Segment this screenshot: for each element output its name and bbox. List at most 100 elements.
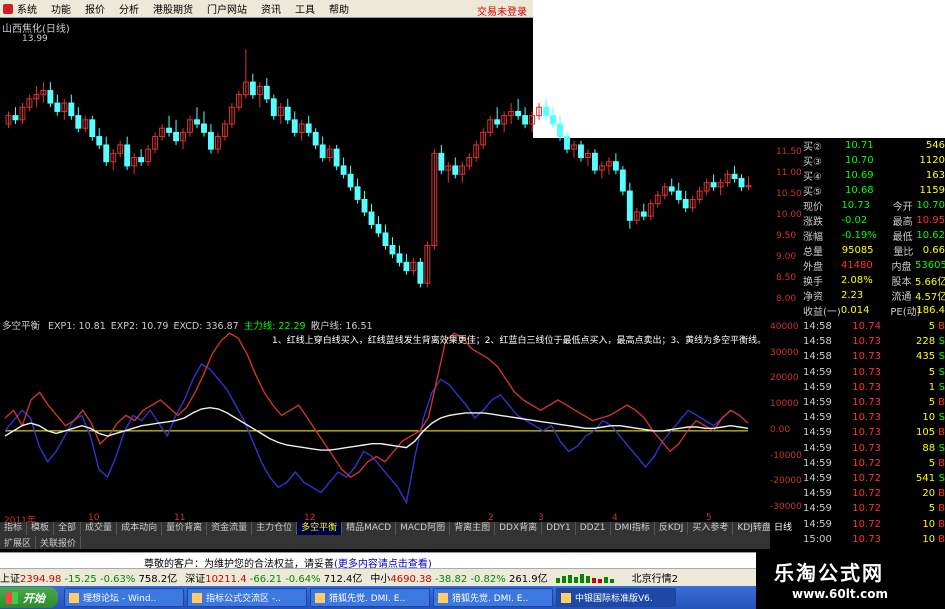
indicator-chart[interactable] xyxy=(0,318,770,522)
candle xyxy=(180,128,186,150)
tick-time: 14:58 xyxy=(803,351,832,363)
indicator-tab[interactable]: MACD阿图 xyxy=(396,522,451,535)
tick-side: B xyxy=(938,321,945,333)
candle xyxy=(738,174,745,192)
index-status-bar: 上证2394.98 -15.25 -0.63% 758.2亿 深证10211.4… xyxy=(0,568,756,586)
indicator-header: 多空平衡 EXP1: 10.81 EXP2: 10.79 EXCD: 336.87 主… xyxy=(2,318,383,332)
candle xyxy=(557,115,563,141)
candle xyxy=(452,157,459,179)
indicator-tab[interactable]: 主力仓位 xyxy=(252,522,298,535)
server-label[interactable]: 北京行情2 xyxy=(632,570,678,585)
secondary-tab[interactable]: 关联报价 xyxy=(36,535,82,549)
status-sz[interactable]: 深证10211.4 -66.21 -0.64% 712.4亿 xyxy=(185,570,362,585)
candle xyxy=(173,119,179,145)
indicator-tab[interactable]: 多空平衡 xyxy=(297,522,343,535)
menu-item-help[interactable]: 帮助 xyxy=(329,1,349,16)
quote-bid-row: 买⑤ 10.68 1159 xyxy=(803,183,945,198)
tick-time: 14:59 xyxy=(803,457,832,469)
stat-label: 内盘 xyxy=(891,262,912,273)
menu-item-function[interactable]: 功能 xyxy=(51,1,71,16)
indicator-tab[interactable]: 资金流量 xyxy=(207,522,253,535)
stat-label: 最低 xyxy=(892,232,913,243)
indicator-params: EXP1: 10.81 EXP2: 10.79 EXCD: 336.87 主力线: 2… xyxy=(48,321,377,332)
candlestick-chart[interactable] xyxy=(0,18,770,318)
candle xyxy=(424,241,431,288)
indicator-param: EXP2: 10.79 xyxy=(110,321,169,332)
taskbar-item-boc[interactable]: 中银国际标准版V6. xyxy=(556,588,676,607)
tick-price: 10.73 xyxy=(852,366,881,378)
taskbar-item-formula[interactable]: 指标公式交流区 -.. xyxy=(187,588,307,607)
indicator-tab[interactable]: DDZ1 xyxy=(576,522,611,535)
indicator-param: EXP1: 10.81 xyxy=(48,321,106,332)
start-button[interactable]: 开始 xyxy=(0,587,58,608)
tick-time: 14:58 xyxy=(803,336,832,348)
candle xyxy=(633,207,640,225)
indicator-tab[interactable]: 背离主图 xyxy=(450,522,496,535)
candle xyxy=(61,98,68,120)
taskbar-item-dmi-1[interactable]: 猎狐先觉. DMI. E.. xyxy=(310,588,430,607)
menu-item-portal[interactable]: 门户网站 xyxy=(207,1,247,16)
tick-side: S xyxy=(938,381,945,393)
trade-login-status[interactable]: 交易未登录 xyxy=(477,3,527,18)
indicator-tab[interactable]: 买入参考 xyxy=(688,522,734,535)
tick-side: S xyxy=(938,351,945,363)
indicator-tab[interactable]: 成本动向 xyxy=(117,522,163,535)
tick-side: B xyxy=(938,427,945,439)
price-tick: 10.00 xyxy=(776,210,802,221)
indicator-tab[interactable]: 成交量 xyxy=(81,522,118,535)
quote-stat-row: 涨幅 -0.19% 最低 10.62 xyxy=(803,228,945,243)
indicator-tab[interactable]: 模板 xyxy=(27,522,55,535)
stat-label: 换手 xyxy=(803,277,823,288)
indicator-tab[interactable]: 指标 xyxy=(0,522,28,535)
secondary-tabs: 扩展区 关联报价 xyxy=(0,535,770,549)
stat-value: 53605 xyxy=(915,260,945,271)
stat-value: 10.62 xyxy=(916,230,945,241)
tick-side: B xyxy=(938,457,945,469)
tick-time: 14:59 xyxy=(803,518,832,530)
status-sh[interactable]: 上证2394.98 -15.25 -0.63% 758.2亿 xyxy=(0,570,177,585)
stat-value: 0.014 xyxy=(840,305,870,316)
watermark-title: 乐淘公式网 xyxy=(774,561,884,585)
candle xyxy=(347,165,354,192)
menu-item-system[interactable]: 系统 xyxy=(17,1,37,16)
quote-stat-row: 净资 2.23 流通 4.57亿 xyxy=(803,288,945,303)
bid-volume: 1159 xyxy=(919,185,945,196)
candle xyxy=(19,103,26,124)
price-tick: 8.00 xyxy=(776,294,797,304)
menu-item-quote[interactable]: 报价 xyxy=(85,1,105,16)
indicator-tab[interactable]: 量价背离 xyxy=(162,522,208,535)
menu-item-tools[interactable]: 工具 xyxy=(295,1,315,16)
candle xyxy=(235,90,242,112)
taskbar-item-forum[interactable]: 理想论坛 - Wind.. xyxy=(64,588,184,607)
indicator-tab[interactable]: DDY1 xyxy=(542,522,576,535)
menu-item-news[interactable]: 资讯 xyxy=(261,1,281,16)
indicator-tab[interactable]: 全部 xyxy=(54,522,82,535)
tick-side: B xyxy=(938,488,945,500)
menu-item-analysis[interactable]: 分析 xyxy=(119,1,139,16)
secondary-tab[interactable]: 扩展区 xyxy=(0,535,37,549)
menu-item-hk-futures[interactable]: 港股期货 xyxy=(153,1,193,16)
candle xyxy=(110,149,117,171)
candle xyxy=(47,82,54,108)
indicator-tab[interactable]: DMI指标 xyxy=(611,522,655,535)
white-line xyxy=(4,406,749,451)
candle xyxy=(12,107,19,124)
stat-value: 5.66亿 xyxy=(915,277,945,288)
candle xyxy=(319,136,326,162)
indicator-tick: 20000 xyxy=(770,373,799,384)
quote-stat-row: 外盘 41480 内盘 53605 xyxy=(803,258,945,273)
indicator-tab[interactable]: DDX背离 xyxy=(495,522,543,535)
indicator-tab[interactable]: KDJ转盘 xyxy=(733,522,770,535)
candle xyxy=(33,86,40,108)
taskbar-item-dmi-2[interactable]: 猎狐先觉. DMI. E.. xyxy=(433,588,553,607)
stat-value: 10.70 xyxy=(916,200,945,211)
indicator-tab[interactable]: 反KDJ xyxy=(655,522,689,535)
candle xyxy=(201,111,207,137)
candle xyxy=(745,176,752,191)
period-label[interactable]: 日线 xyxy=(770,522,805,535)
tick-price: 10.72 xyxy=(852,503,881,515)
indicator-tab[interactable]: 精品MACD xyxy=(342,522,397,535)
indicator-param: 主力线: 22.29 xyxy=(243,321,306,332)
status-zx[interactable]: 中小4690.38 -38.82 -0.82% 261.9亿 xyxy=(370,570,547,585)
tick-price: 10.73 xyxy=(852,427,881,439)
